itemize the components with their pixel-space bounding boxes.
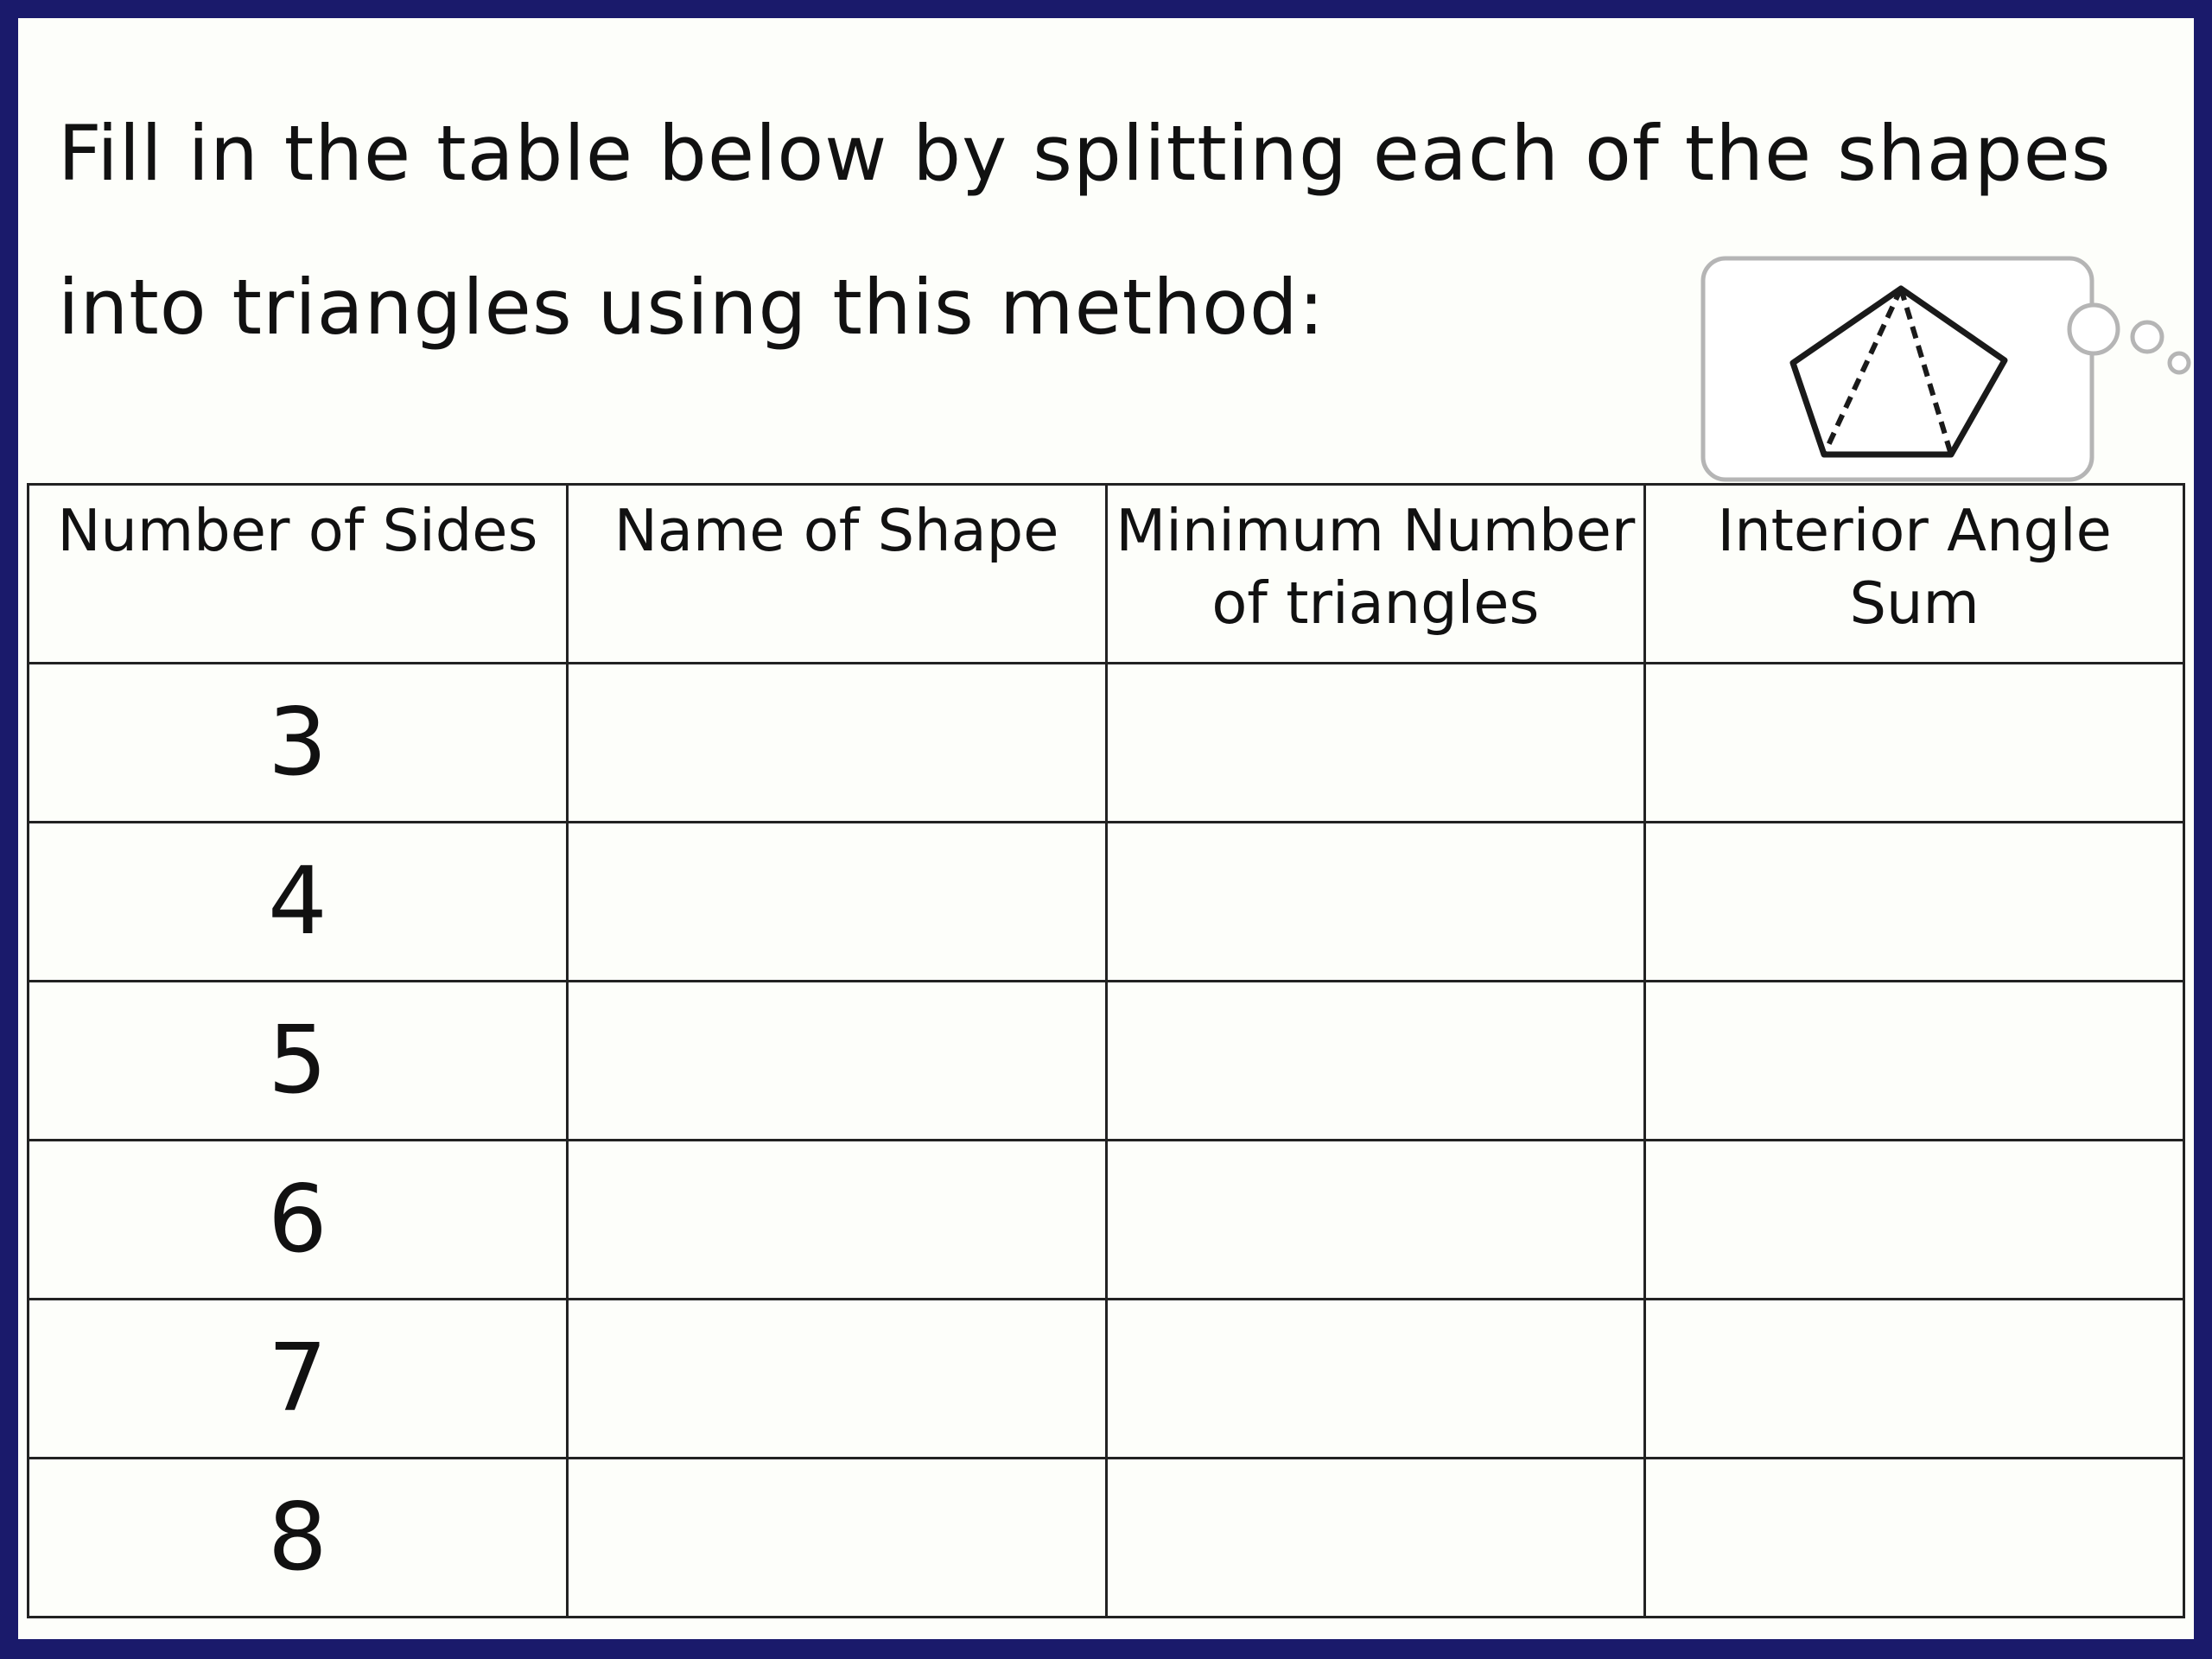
sides-value: 5 [27, 980, 569, 1141]
header-minimum-triangles: Minimum Number of triangles [1104, 483, 1647, 664]
angle-sum-cell[interactable] [1643, 980, 2185, 1141]
header-number-of-sides: Number of Sides [27, 483, 569, 664]
shape-name-cell[interactable] [565, 980, 1108, 1141]
table-header-row: Number of Sides Name of Shape Minimum Nu… [27, 483, 2185, 664]
triangles-cell[interactable] [1104, 662, 1647, 823]
bubble-circle-small [2167, 351, 2191, 375]
shape-name-cell[interactable] [565, 1457, 1108, 1618]
sides-value: 8 [27, 1457, 569, 1618]
worksheet-page: Fill in the table below by splitting eac… [18, 18, 2194, 1639]
angle-sum-cell[interactable] [1643, 821, 2185, 982]
thought-bubble [1677, 234, 2212, 493]
triangles-cell[interactable] [1104, 1457, 1647, 1618]
header-interior-angle-sum: Interior Angle Sum [1643, 483, 2185, 664]
shape-name-cell[interactable] [565, 821, 1108, 982]
sides-value: 4 [27, 821, 569, 982]
triangles-cell[interactable] [1104, 1139, 1647, 1300]
angle-sum-cell[interactable] [1643, 1457, 2185, 1618]
angle-sum-table: Number of Sides Name of Shape Minimum Nu… [27, 483, 2185, 1618]
instruction-line-2: into triangles using this method: [58, 263, 1325, 352]
table-row: 3 [27, 662, 2185, 823]
angle-sum-cell[interactable] [1643, 662, 2185, 823]
table-row: 6 [27, 1139, 2185, 1300]
shape-name-cell[interactable] [565, 1139, 1108, 1300]
sides-value: 6 [27, 1139, 569, 1300]
shape-name-cell[interactable] [565, 662, 1108, 823]
bubble-circle-medium [2130, 320, 2164, 354]
instruction-line-1: Fill in the table below by splitting eac… [58, 109, 2112, 198]
table-row: 8 [27, 1457, 2185, 1618]
triangles-cell[interactable] [1104, 1298, 1647, 1459]
triangles-cell[interactable] [1104, 821, 1647, 982]
table-row: 7 [27, 1298, 2185, 1459]
sides-value: 7 [27, 1298, 569, 1459]
header-name-of-shape: Name of Shape [565, 483, 1108, 664]
triangles-cell[interactable] [1104, 980, 1647, 1141]
shape-name-cell[interactable] [565, 1298, 1108, 1459]
table-row: 5 [27, 980, 2185, 1141]
pentagon-split-into-triangles-icon [1700, 256, 2191, 482]
sides-value: 3 [27, 662, 569, 823]
angle-sum-cell[interactable] [1643, 1298, 2185, 1459]
angle-sum-cell[interactable] [1643, 1139, 2185, 1300]
bubble-circle-large [2067, 302, 2120, 356]
table-row: 4 [27, 821, 2185, 982]
